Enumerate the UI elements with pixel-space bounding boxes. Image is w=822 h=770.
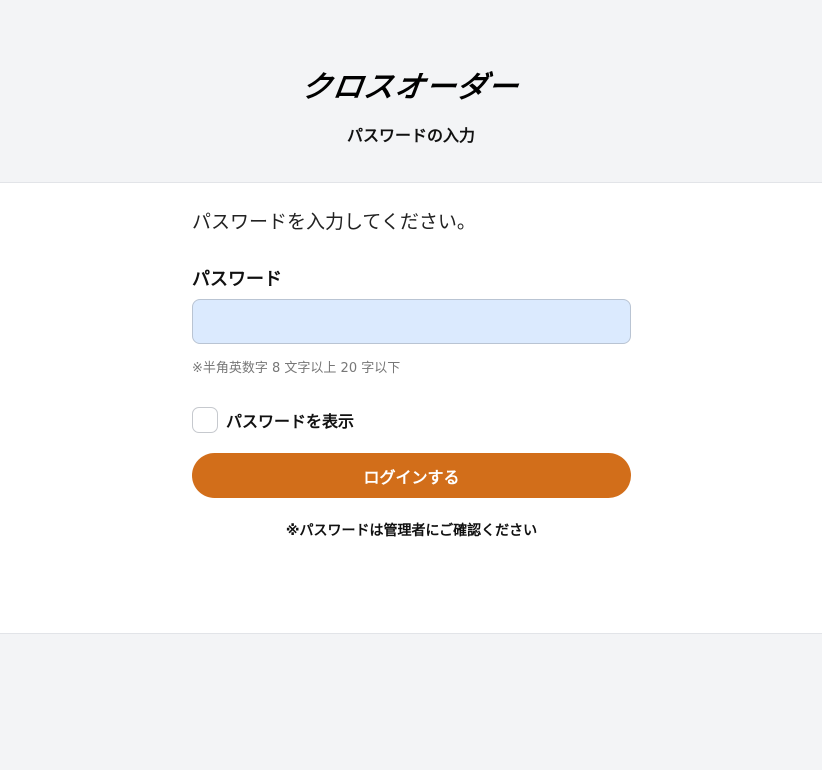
login-page: クロスオーダー パスワードの入力 パスワードを入力してください。 パスワード ※… xyxy=(0,0,822,770)
password-label: パスワード xyxy=(192,269,282,290)
password-input[interactable] xyxy=(192,299,631,344)
page-header: クロスオーダー パスワードの入力 xyxy=(0,0,822,183)
show-password-label[interactable]: パスワードを表示 xyxy=(226,408,354,432)
login-button[interactable]: ログインする xyxy=(192,453,631,498)
admin-notice: ※パスワードは管理者にご確認ください xyxy=(285,523,538,539)
page-title: パスワードの入力 xyxy=(346,126,475,145)
show-password-row[interactable]: パスワードを表示 xyxy=(192,406,354,434)
password-hint: ※半角英数字 8 文字以上 20 字以下 xyxy=(192,361,401,376)
password-form-section: パスワードを入力してください。 パスワード ※半角英数字 8 文字以上 20 字… xyxy=(0,183,822,634)
instruction-text: パスワードを入力してください。 xyxy=(192,211,476,233)
show-password-checkbox[interactable] xyxy=(192,407,218,433)
brand-logo: クロスオーダー xyxy=(299,70,522,105)
